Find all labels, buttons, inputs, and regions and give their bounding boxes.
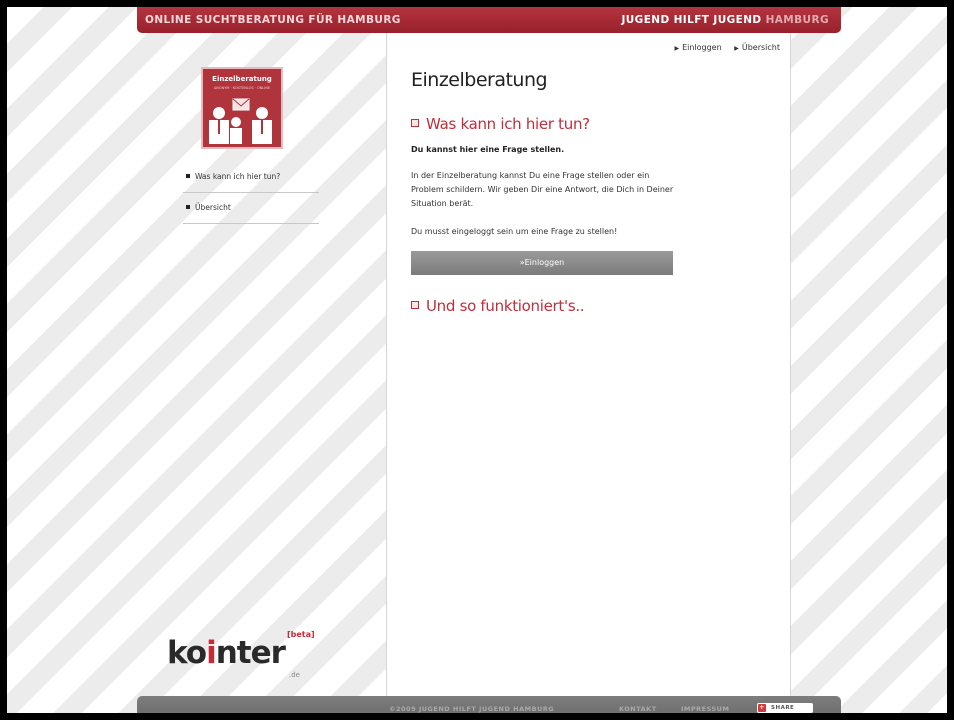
share-icon: + [758,704,766,712]
tld-label: .de [289,671,300,679]
beta-badge: [beta] [287,630,315,639]
login-hint: Du musst eingeloggt sein um eine Frage z… [411,227,618,236]
site-title: ONLINE SUCHTBERATUNG FÜR HAMBURG [145,14,401,26]
section-heading-so-funktioniert[interactable]: Und so funktioniert's.. [411,297,585,315]
arrow-right-icon: ▶ [734,45,739,52]
section-heading-was-kann-ich[interactable]: Was kann ich hier tun? [411,115,590,133]
header-bar: ONLINE SUCHTBERATUNG FÜR HAMBURG JUGEND … [137,7,841,33]
logo-title: Einzelberatung [212,75,272,83]
page-frame: ONLINE SUCHTBERATUNG FÜR HAMBURG JUGEND … [7,7,947,713]
brand-light: HAMBURG [765,14,829,26]
people-illustration-icon [209,98,272,144]
kontakt-link[interactable]: KONTAKT [619,705,657,713]
kointer-logo[interactable]: kointer [beta] .de [167,627,337,687]
section-box-icon [411,301,419,309]
brand-link[interactable]: JUGEND HILFT JUGEND HAMBURG [621,14,829,26]
sidebar-item-was-kann-ich[interactable]: Was kann ich hier tun? [183,162,319,193]
sidebar-item-label: Übersicht [195,203,231,212]
login-link[interactable]: ▶ Einloggen [674,43,721,52]
share-button[interactable]: + SHARE [757,703,813,713]
page-title: Einzelberatung [411,69,548,91]
logo-subtitle: ANONYM · KOSTENLOS · ONLINE [213,86,271,90]
footer-bar: ©2009 JUGEND HILFT JUGEND HAMBURG KONTAK… [137,696,841,713]
section-box-icon [411,119,419,127]
main-content: ▶ Einloggen ▶ Übersicht Einzelberatung Was… [386,33,791,703]
sidebar-item-label: Was kann ich hier tun? [195,172,281,181]
top-links: ▶ Einloggen ▶ Übersicht [664,43,780,52]
bullet-square-icon [186,174,190,178]
intro-bold-text: Du kannst hier eine Frage stellen. [411,145,565,154]
arrow-right-icon: ▶ [674,45,680,52]
bullet-square-icon [186,205,190,209]
share-label: SHARE [771,705,795,711]
brand-bold: JUGEND HILFT JUGEND [621,14,762,26]
sidebar-item-uebersicht[interactable]: Übersicht [183,193,319,224]
login-button[interactable]: »Einloggen [411,251,673,275]
impressum-link[interactable]: IMPRESSUM [681,705,729,713]
kointer-wordmark: kointer [167,635,286,671]
sidebar-nav: Was kann ich hier tun? Übersicht [183,162,319,224]
einzelberatung-logo: Einzelberatung ANONYM · KOSTENLOS · ONLI… [201,67,283,149]
intro-paragraph: In der Einzelberatung kannst Du eine Fra… [411,171,674,208]
overview-link[interactable]: ▶ Übersicht [734,43,780,52]
copyright-text: ©2009 JUGEND HILFT JUGEND HAMBURG [389,705,555,713]
